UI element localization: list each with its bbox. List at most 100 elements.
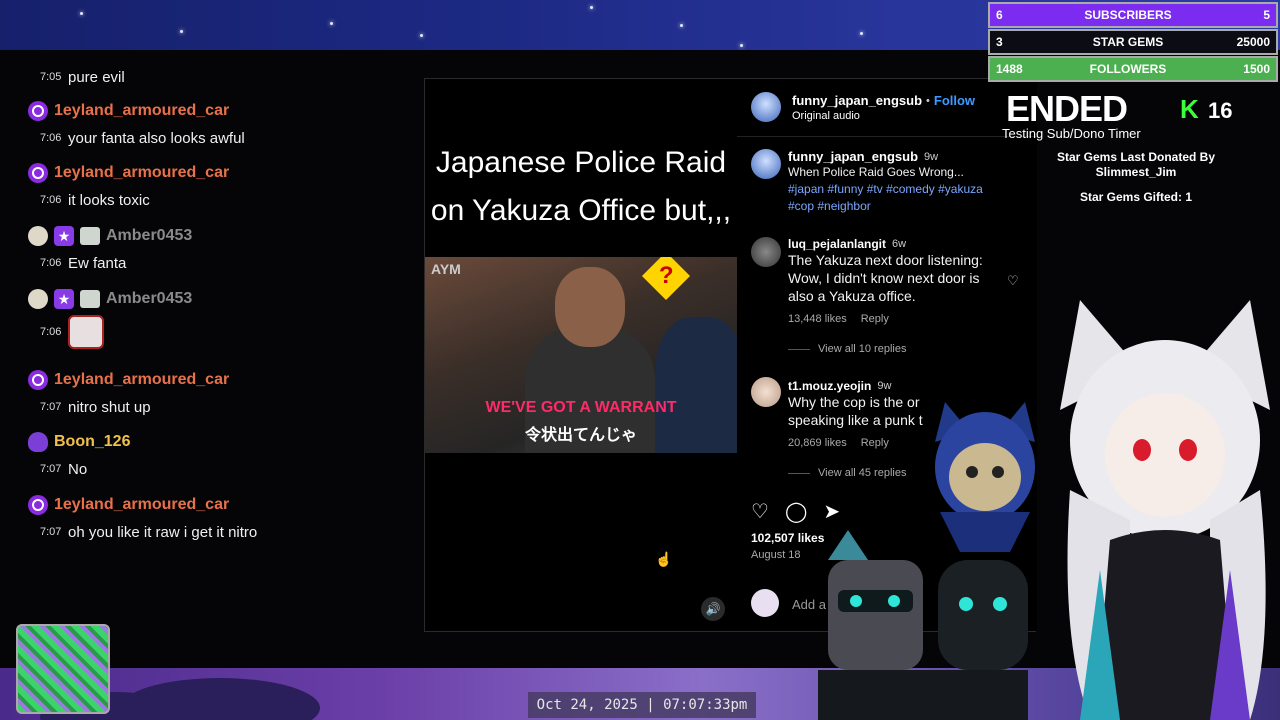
user-badge-icon	[28, 495, 48, 515]
caption-username[interactable]: funny_japan_engsub	[788, 149, 918, 164]
chat-username-row[interactable]: ★ Amber0453	[28, 288, 192, 310]
chat-time: 7:06	[40, 326, 62, 338]
goal-label: STAR GEMS	[1092, 35, 1164, 49]
chat-emote	[68, 315, 104, 349]
audio-label[interactable]: Original audio	[792, 110, 860, 122]
reply-button[interactable]: Reply	[861, 437, 889, 449]
subtitle-japanese: 令状出てんじゃ	[524, 427, 637, 444]
author-avatar[interactable]	[751, 92, 781, 122]
gem-badge-icon	[80, 290, 100, 308]
chat-time: 7:07	[40, 401, 62, 413]
chat-line: 7:07 nitro shut up	[40, 396, 151, 418]
ghost-badge-icon	[28, 432, 48, 452]
broadcaster-logo: AYM	[431, 261, 461, 277]
chat-time: 7:06	[40, 132, 62, 144]
goal-current: 1488	[996, 62, 1023, 76]
star-gems-last-donor: Star Gems Last Donated By Slimmest_Jim	[1036, 150, 1236, 180]
date-time-clock: Oct 24, 2025 | 07:07:33pm	[528, 692, 756, 718]
gems-donor-label: Star Gems Last Donated By	[1056, 150, 1216, 164]
chat-username-row[interactable]: Boon_126	[28, 431, 130, 453]
chat-time: 7:06	[40, 257, 62, 269]
commenter-avatar[interactable]	[751, 237, 781, 267]
chat-line: 7:06 Ew fanta	[40, 252, 126, 274]
chat-line: 7:07 No	[40, 458, 87, 480]
star-decoration	[80, 12, 83, 15]
gems-donor-name: Slimmest_Jim	[1095, 165, 1177, 179]
kick-logo-icon: K	[1180, 94, 1199, 124]
star-decoration	[860, 32, 863, 35]
follow-button[interactable]: Follow	[934, 93, 975, 108]
goal-target: 25000	[1236, 35, 1270, 49]
chat-line: 7:06 it looks toxic	[40, 189, 150, 211]
video-title-line: on Yakuza Office but,,,	[430, 194, 732, 227]
author-username[interactable]: funny_japan_engsub	[792, 93, 922, 108]
followers-goal-bar: 1488 FOLLOWERS 1500	[988, 56, 1278, 82]
view-replies-link[interactable]: View all 10 replies	[788, 343, 1028, 355]
user-badge-icon	[28, 163, 48, 183]
caption-text: When Police Raid Goes Wrong...	[788, 165, 964, 179]
comment-username[interactable]: t1.mouz.yeojin	[788, 379, 871, 393]
chat-username[interactable]: 1eyland_armoured_car	[54, 164, 229, 182]
chat-username[interactable]: 1eyland_armoured_car	[54, 496, 229, 514]
chat-panel: 7:05 pure evil 1eyland_armoured_car 7:06…	[20, 58, 420, 618]
user-avatar-icon	[28, 289, 48, 309]
caption-avatar[interactable]	[751, 149, 781, 179]
chat-time: 7:05	[40, 71, 62, 83]
star-decoration	[740, 44, 743, 47]
comment-username[interactable]: luq_pejalanlangit	[788, 237, 886, 251]
post-date: August 18	[751, 549, 801, 561]
reel-video[interactable]: Japanese Police Raid on Yakuza Office bu…	[425, 79, 737, 631]
chat-time: 7:07	[40, 463, 62, 475]
comment-bubble-icon[interactable]: ◯	[785, 499, 807, 524]
commenter-avatar[interactable]	[751, 377, 781, 407]
chat-username-row[interactable]: ★ Amber0453	[28, 225, 192, 247]
gem-badge-icon	[80, 227, 100, 245]
chat-username-row[interactable]: 1eyland_armoured_car	[28, 369, 229, 391]
comment: luq_pejalanlangit 6w The Yakuza next doo…	[788, 237, 1028, 355]
comment-heart-icon[interactable]: ♡	[1007, 273, 1019, 289]
goal-target: 1500	[1243, 62, 1270, 76]
star-decoration	[420, 34, 423, 37]
reply-button[interactable]: Reply	[861, 313, 889, 325]
chat-line: 7:07 oh you like it raw i get it nitro	[40, 521, 257, 543]
chat-text: No	[68, 460, 88, 478]
caption: funny_japan_engsub 9w When Police Raid G…	[788, 149, 1028, 215]
chat-time: 7:06	[40, 194, 62, 206]
chat-username-row[interactable]: 1eyland_armoured_car	[28, 162, 229, 184]
comment-text: also a Yakuza office.	[788, 288, 916, 304]
comment-likes[interactable]: 13,448 likes	[788, 313, 847, 325]
chat-line: 7:06 your fanta also looks awful	[40, 127, 245, 149]
clover-jar-widget	[16, 624, 110, 714]
comment-likes[interactable]: 20,869 likes	[788, 437, 847, 449]
caption-hashtags[interactable]: #japan #funny #tv #comedy #yakuza	[788, 181, 1028, 198]
comment-text: The Yakuza next door listening:	[788, 252, 983, 268]
chat-username[interactable]: 1eyland_armoured_car	[54, 102, 229, 120]
chat-text: oh you like it raw i get it nitro	[68, 523, 258, 541]
chat-username[interactable]: 1eyland_armoured_car	[54, 371, 229, 389]
chat-line: 7:05 pure evil	[40, 66, 125, 88]
star-decoration	[330, 22, 333, 25]
chat-username[interactable]: Boon_126	[54, 433, 130, 451]
chat-username[interactable]: Amber0453	[106, 290, 192, 308]
like-heart-icon[interactable]: ♡	[751, 499, 769, 524]
mouse-cursor-icon: ☝	[655, 551, 673, 567]
caption-hashtags[interactable]: #cop #neighbor	[788, 198, 1028, 215]
chat-username-row[interactable]: 1eyland_armoured_car	[28, 100, 229, 122]
subscribers-goal-bar: 6 SUBSCRIBERS 5	[988, 2, 1278, 28]
user-badge-icon	[28, 370, 48, 390]
comment-age: 6w	[892, 238, 907, 250]
chat-username-row[interactable]: 1eyland_armoured_car	[28, 494, 229, 516]
star-decoration	[680, 24, 683, 27]
speaker-icon[interactable]: 🔊	[701, 597, 725, 621]
comment-age: 9w	[877, 380, 892, 392]
kick-viewer-count: 16	[1208, 98, 1233, 123]
viewer-avatar	[751, 589, 779, 617]
chat-text: your fanta also looks awful	[68, 129, 245, 147]
video-person-head	[555, 267, 625, 347]
star-gems-gifted: Star Gems Gifted: 1	[1079, 190, 1193, 204]
comment-text: Wow, I didn't know next door is	[788, 270, 980, 286]
star-badge-icon: ★	[54, 226, 74, 246]
post-header: funny_japan_engsub • Follow Original aud…	[737, 79, 1037, 137]
star-decoration	[590, 6, 593, 9]
chat-username[interactable]: Amber0453	[106, 227, 192, 245]
